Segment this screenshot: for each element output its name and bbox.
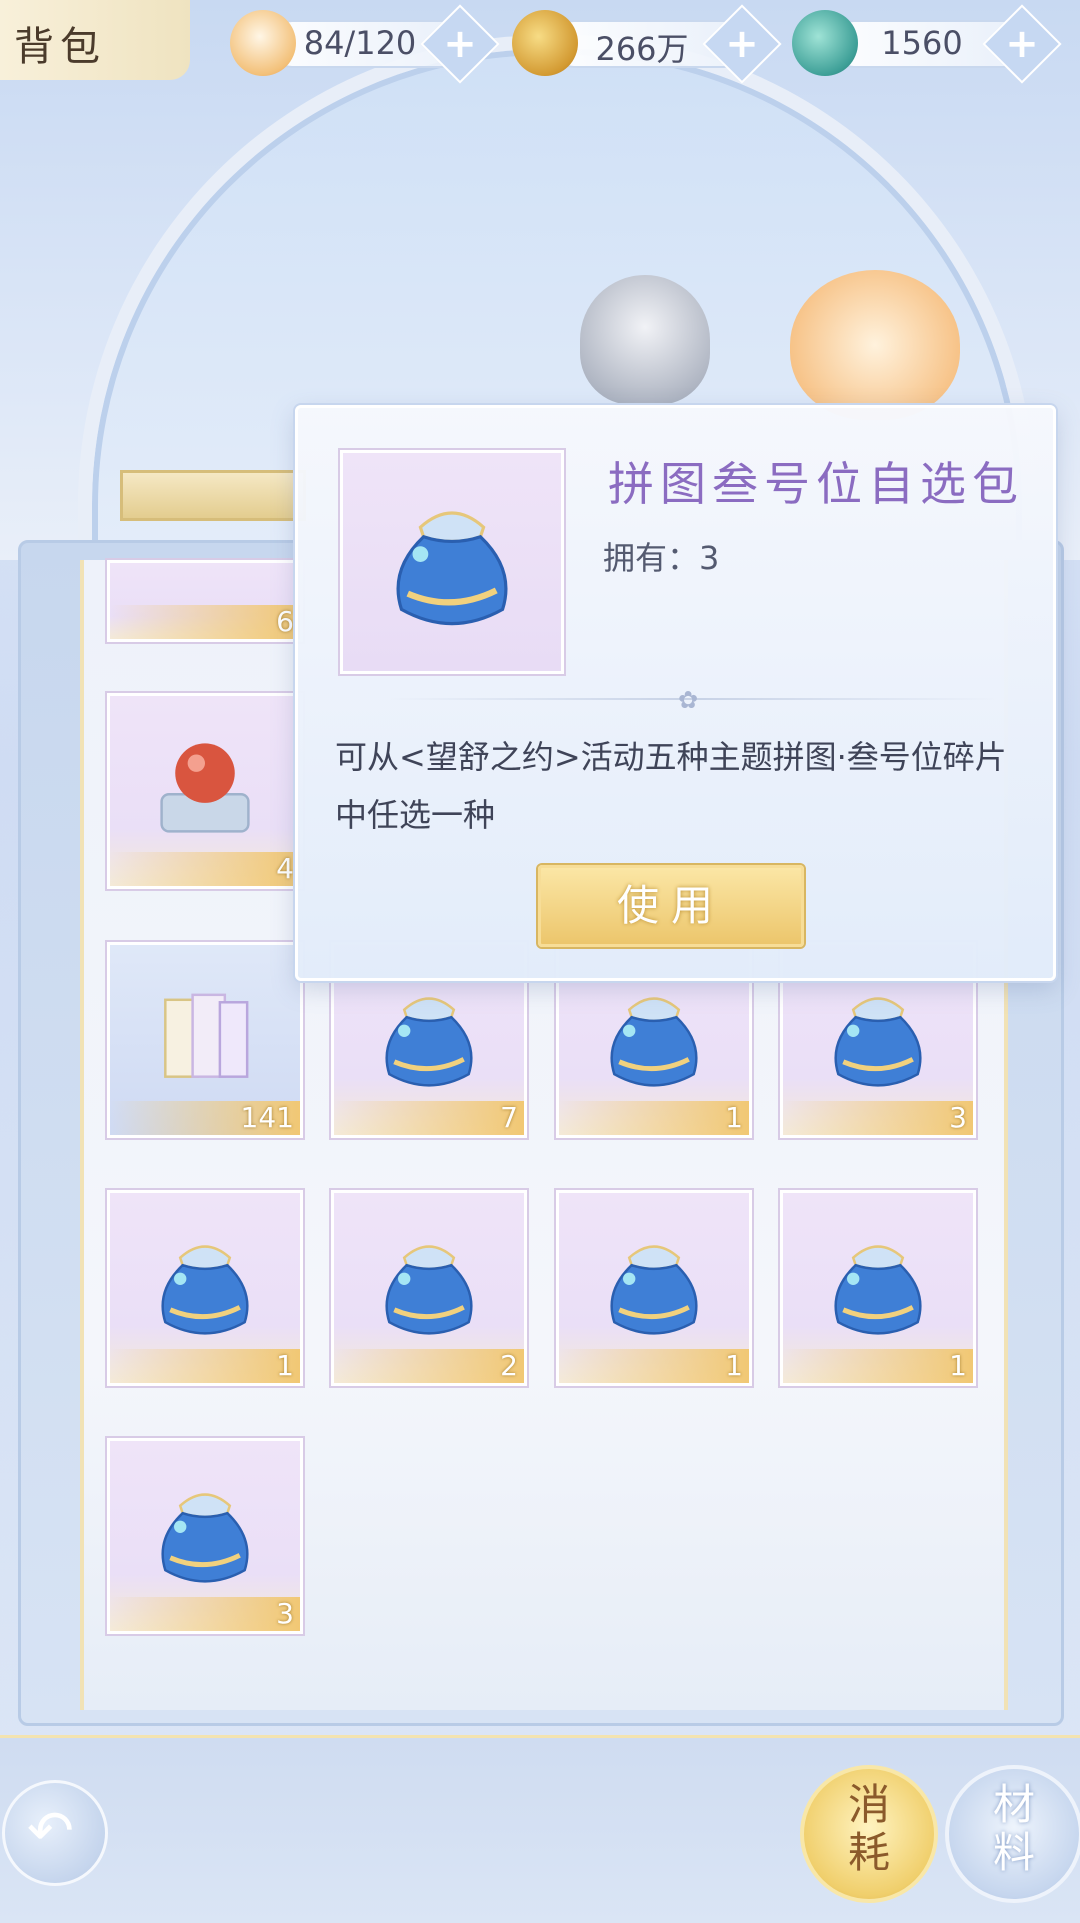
- coin-resource: 266万 +: [512, 4, 782, 84]
- plus-icon: +: [1005, 21, 1039, 67]
- inventory-slot[interactable]: 4: [107, 693, 303, 889]
- item-count: 3: [110, 1597, 300, 1631]
- gold-coin-icon: [512, 10, 578, 76]
- display-shelf: [120, 470, 306, 521]
- tab-material[interactable]: 材料: [945, 1765, 1080, 1903]
- inventory-slot[interactable]: 1: [556, 1190, 752, 1386]
- item-description: 可从<望舒之约>活动五种主题拼图·叁号位碎片中任选一种: [335, 738, 1007, 834]
- inventory-slot[interactable]: 6: [107, 560, 303, 642]
- inventory-slot[interactable]: 2: [331, 1190, 527, 1386]
- item-count: 1: [559, 1101, 749, 1135]
- item-preview: [340, 450, 564, 674]
- item-count: 2: [334, 1349, 524, 1383]
- back-button[interactable]: ↶: [2, 1780, 108, 1886]
- blue-bag-item-icon: [366, 1223, 492, 1347]
- item-count: 4: [110, 852, 300, 886]
- blue-bag-item-icon: [142, 1223, 268, 1347]
- grey-cat-character: [580, 275, 710, 405]
- item-count: 6: [110, 605, 300, 639]
- item-count: 141: [110, 1101, 300, 1135]
- inventory-slot[interactable]: 141: [107, 942, 303, 1138]
- jade-value: 1560: [881, 24, 963, 62]
- item-count: 1: [783, 1349, 973, 1383]
- blue-bag-item-icon: [142, 1471, 268, 1595]
- blue-bag-item-icon: [591, 975, 717, 1099]
- inventory-slot[interactable]: 1: [780, 1190, 976, 1386]
- inventory-slot[interactable]: 3: [107, 1438, 303, 1634]
- tab-consume[interactable]: 消耗: [800, 1765, 938, 1903]
- plus-icon: +: [443, 21, 477, 67]
- jade-fish-icon: [792, 10, 858, 76]
- blue-bag-item-icon: [815, 975, 941, 1099]
- tab-consume-label: 消耗: [847, 1780, 890, 1877]
- flower-ornament-icon: ✿: [678, 686, 699, 714]
- stamina-value: 84/120: [303, 24, 417, 62]
- item-name: 拼图叁号位自选包: [608, 457, 1024, 511]
- item-count: 1: [559, 1349, 749, 1383]
- coin-value: 266万: [595, 30, 689, 68]
- stamina-resource: 84/120 +: [230, 4, 500, 84]
- inventory-slot[interactable]: 1: [107, 1190, 303, 1386]
- page-title: 背包: [14, 24, 106, 70]
- item-count: 1: [110, 1349, 300, 1383]
- tab-material-label: 材料: [992, 1780, 1035, 1877]
- item-count: 3: [783, 1101, 973, 1135]
- fox-character: [790, 270, 960, 420]
- item-owned-count: 拥有：3: [603, 539, 720, 577]
- blue-bag-item-icon: [591, 1223, 717, 1347]
- jade-resource: 1560 +: [792, 4, 1062, 84]
- back-arrow-icon: ↶: [27, 1799, 74, 1864]
- plus-icon: +: [725, 21, 759, 67]
- page-title-tab: 背包: [0, 0, 190, 80]
- cat-stamina-icon: [230, 10, 296, 76]
- use-button[interactable]: 使用: [538, 865, 804, 947]
- blue-bag-item-icon: [815, 1223, 941, 1347]
- item-count: 7: [334, 1101, 524, 1135]
- blue-bag-item-icon: [373, 483, 531, 641]
- blue-bag-item-icon: [366, 975, 492, 1099]
- red-orb-item-icon: [160, 743, 250, 833]
- scroll-book-item-icon: [164, 993, 249, 1078]
- item-detail-popup: 拼图叁号位自选包 拥有：3 ✿ 可从<望舒之约>活动五种主题拼图·叁号位碎片中任…: [295, 405, 1056, 981]
